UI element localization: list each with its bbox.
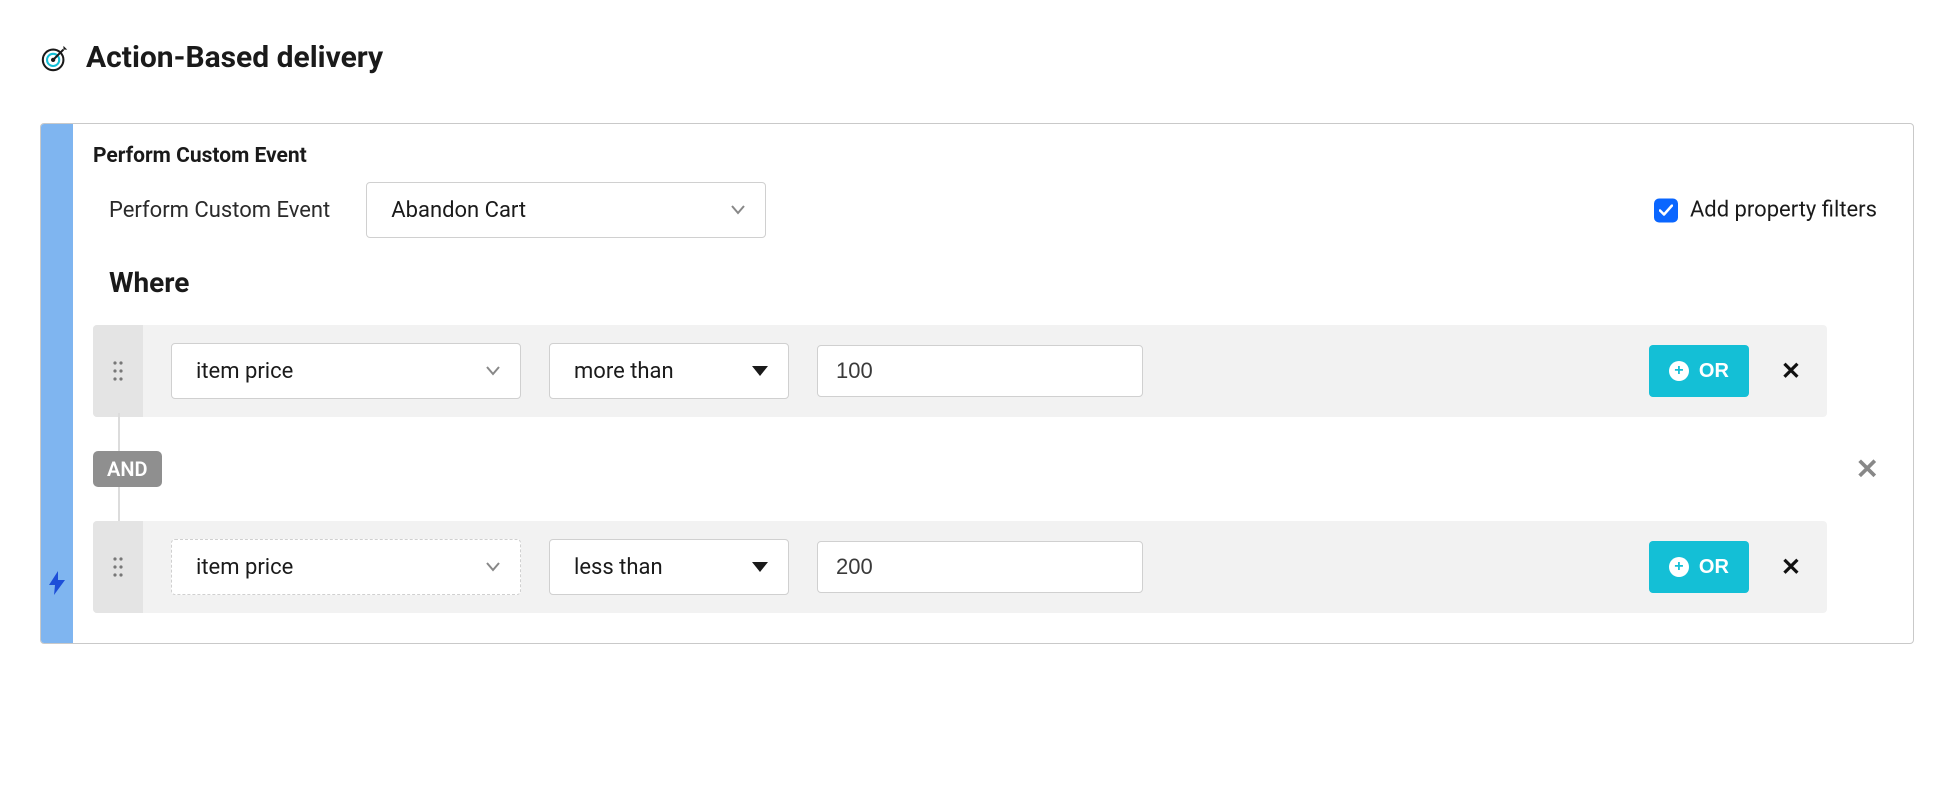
page-title: Action-Based delivery xyxy=(86,40,383,75)
where-title: Where xyxy=(109,266,1883,299)
bolt-icon xyxy=(49,571,65,601)
chevron-down-icon xyxy=(486,366,500,376)
or-label: OR xyxy=(1699,360,1729,383)
caret-down-icon xyxy=(752,562,768,572)
operator-select-value: more than xyxy=(574,359,674,384)
add-property-filters-toggle[interactable]: Add property filters xyxy=(1654,198,1877,223)
value-input[interactable] xyxy=(817,541,1143,593)
event-select[interactable]: Abandon Cart xyxy=(366,182,766,238)
filter-area: item price more than + OR ✕ xyxy=(93,325,1883,613)
panel-accent xyxy=(41,124,73,643)
event-select-value: Abandon Cart xyxy=(391,198,526,223)
event-row: Perform Custom Event Abandon Cart Add pr… xyxy=(93,182,1883,238)
add-or-button[interactable]: + OR xyxy=(1649,345,1749,397)
remove-row-button[interactable]: ✕ xyxy=(1777,357,1805,385)
value-input[interactable] xyxy=(817,345,1143,397)
plus-circle-icon: + xyxy=(1669,361,1689,381)
filter-row: item price less than + OR ✕ xyxy=(93,521,1827,613)
or-label: OR xyxy=(1699,556,1729,579)
drag-handle[interactable] xyxy=(93,325,143,417)
delivery-panel: Perform Custom Event Perform Custom Even… xyxy=(40,123,1914,644)
filter-row: item price more than + OR ✕ xyxy=(93,325,1827,417)
page-header: Action-Based delivery xyxy=(40,40,1914,75)
event-label: Perform Custom Event xyxy=(93,198,330,223)
checkbox-checked-icon xyxy=(1654,198,1678,222)
remove-row-button[interactable]: ✕ xyxy=(1777,553,1805,581)
property-select[interactable]: item price xyxy=(171,343,521,399)
target-icon xyxy=(40,43,70,73)
property-select-value: item price xyxy=(196,359,293,384)
chevron-down-icon xyxy=(731,205,745,215)
prop-filters-label: Add property filters xyxy=(1690,198,1877,223)
and-badge: AND xyxy=(93,451,162,487)
caret-down-icon xyxy=(752,366,768,376)
operator-select[interactable]: less than xyxy=(549,539,789,595)
operator-select-value: less than xyxy=(574,555,663,580)
connector: AND xyxy=(93,417,1827,521)
remove-filter-group-button[interactable]: ✕ xyxy=(1856,453,1879,486)
panel-body: Perform Custom Event Perform Custom Even… xyxy=(73,124,1913,643)
chevron-down-icon xyxy=(486,562,500,572)
event-section-title: Perform Custom Event xyxy=(93,144,1883,168)
property-select-value: item price xyxy=(196,555,293,580)
operator-select[interactable]: more than xyxy=(549,343,789,399)
add-or-button[interactable]: + OR xyxy=(1649,541,1749,593)
drag-handle[interactable] xyxy=(93,521,143,613)
plus-circle-icon: + xyxy=(1669,557,1689,577)
property-select[interactable]: item price xyxy=(171,539,521,595)
